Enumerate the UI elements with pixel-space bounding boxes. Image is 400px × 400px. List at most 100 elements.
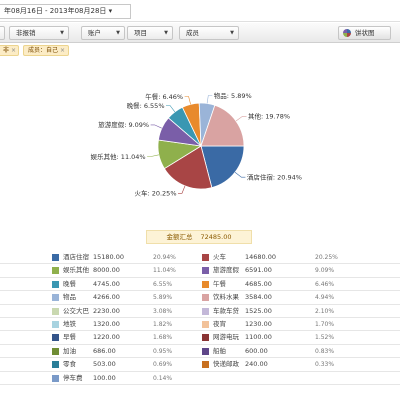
close-icon[interactable]: × <box>11 47 16 54</box>
legend-category-name: 物品 <box>63 293 76 302</box>
legend-category-name: 娱乐其他 <box>63 266 89 275</box>
legend-percent: 6.46% <box>315 280 335 288</box>
amount-summary: 金额汇总 72485.00 <box>146 230 252 244</box>
legend-category-name: 酒店住宿 <box>63 253 89 261</box>
pie-slice-label: 火车: 20.25% <box>134 189 176 198</box>
legend-amount: 14680.00 <box>245 253 277 261</box>
legend-percent: 0.69% <box>153 361 173 369</box>
pie-label-connector <box>234 172 246 178</box>
legend-category-name: 火车 <box>213 253 226 261</box>
legend-swatch <box>52 294 59 302</box>
legend-row: 晚餐 4745.00 6.55% 午餐 4685.00 6.46% <box>0 278 400 292</box>
legend-category-name: 停车费 <box>63 373 83 382</box>
chevron-down-icon: ▼ <box>116 30 120 36</box>
legend-percent: 0.83% <box>315 347 335 355</box>
legend-swatch <box>202 334 209 342</box>
legend-row: 物品 4266.00 5.89% 饮料水果 3584.00 4.94% <box>0 291 400 305</box>
date-range-picker[interactable]: 年08月16日 - 2013年08月28日 ▾ <box>0 4 131 19</box>
filter-label: 非报销 <box>16 29 36 37</box>
pie-chart-view-button[interactable]: 饼状图 <box>338 26 391 40</box>
legend-amount: 1220.00 <box>93 333 120 342</box>
legend-category-name: 饮料水果 <box>213 293 239 302</box>
date-range-bar: 年08月16日 - 2013年08月28日 ▾ <box>0 0 400 22</box>
pie-slice-label: 物品: 5.89% <box>214 91 252 100</box>
legend-amount: 2230.00 <box>93 306 120 315</box>
legend-category-name: 公交大巴 <box>63 306 89 315</box>
legend-swatch <box>52 307 59 315</box>
legend-category-name: 加油 <box>63 346 76 355</box>
legend-percent: 11.04% <box>153 267 176 275</box>
legend-category-name: 零食 <box>63 360 76 369</box>
active-filter-tags: 非 × 成员：自己 × <box>0 44 400 58</box>
filter-member[interactable]: 成员 ▼ <box>179 26 239 40</box>
legend-amount: 600.00 <box>245 346 268 355</box>
legend-category-name: 夜宵 <box>213 319 226 328</box>
legend-category-name: 快递邮政 <box>213 360 239 369</box>
pie-slice-label: 旅游度假: 9.09% <box>98 120 149 129</box>
legend-amount: 1525.00 <box>245 306 272 315</box>
filter-account[interactable]: 账户 ▼ <box>81 26 125 40</box>
legend-row: 停车费 100.00 0.14% <box>0 372 400 385</box>
legend-percent: 9.09% <box>315 267 335 275</box>
filter-tag[interactable]: 非 × <box>0 45 19 56</box>
legend-percent: 0.33% <box>315 361 335 369</box>
chevron-down-icon: ▼ <box>60 30 64 36</box>
legend-percent: 3.08% <box>153 307 173 315</box>
pie-label-connector <box>150 124 162 129</box>
legend-amount: 1100.00 <box>245 333 272 342</box>
filter-dropdown-partial[interactable]: ▼ <box>0 26 5 40</box>
legend-percent: 4.94% <box>315 294 335 302</box>
filter-tag-member[interactable]: 成员：自己 × <box>23 45 69 56</box>
legend-percent: 1.82% <box>153 320 173 328</box>
pie-label-connector <box>206 95 213 104</box>
legend-row: 早餐 1220.00 1.68% 网游电玩 1100.00 1.52% <box>0 331 400 345</box>
pie-chart-svg: 酒店住宿: 20.94% 火车: 20.25% 娱乐其他: 11.04% 旅游度假: … <box>91 91 302 198</box>
legend-swatch <box>52 320 59 328</box>
pie-label-connector <box>147 154 159 157</box>
filter-project[interactable]: 项目 ▼ <box>127 26 173 40</box>
legend-amount: 1230.00 <box>245 319 272 328</box>
legend-category-name: 船舶 <box>213 346 226 355</box>
pie-chart: 酒店住宿: 20.94% 火车: 20.25% 娱乐其他: 11.04% 旅游度假: … <box>0 60 400 230</box>
pie-slice-label: 午餐: 6.46% <box>145 92 183 101</box>
filter-tag-label: 非 <box>3 47 10 54</box>
filter-non-reimbursable[interactable]: 非报销 ▼ <box>9 26 69 40</box>
legend-swatch <box>202 294 209 302</box>
pie-slice-label: 酒店住宿: 20.94% <box>247 173 302 182</box>
legend-swatch <box>202 267 209 275</box>
legend-percent: 20.25% <box>315 254 338 261</box>
category-legend-table: 酒店住宿 15180.00 20.94% 火车 14680.00 20.25% 娱乐其他 80… <box>0 251 400 385</box>
pie-chart-icon <box>343 29 351 37</box>
legend-amount: 6591.00 <box>245 266 272 275</box>
pie-label-connector <box>235 115 247 122</box>
legend-swatch <box>52 280 59 288</box>
filter-toolbar: ▼ 非报销 ▼ 账户 ▼ 项目 ▼ 成员 ▼ 饼状图 <box>0 23 400 43</box>
legend-swatch <box>52 267 59 275</box>
filter-label: 项目 <box>134 29 147 37</box>
chevron-down-icon: ▼ <box>230 30 234 36</box>
legend-row: 加油 686.00 0.95% 船舶 600.00 0.83% <box>0 345 400 359</box>
legend-swatch <box>202 320 209 328</box>
chevron-down-icon: ▼ <box>164 30 168 36</box>
legend-category-name: 地铁 <box>63 319 76 328</box>
pie-slice-label: 其他: 19.78% <box>248 112 290 121</box>
filter-label: 账户 <box>88 29 101 37</box>
legend-swatch <box>52 334 59 342</box>
legend-percent: 1.70% <box>315 320 335 328</box>
legend-swatch <box>52 374 59 382</box>
summary-value: 72485.00 <box>200 233 232 241</box>
legend-swatch <box>202 280 209 288</box>
close-icon[interactable]: × <box>60 47 65 54</box>
legend-amount: 686.00 <box>93 346 116 355</box>
filter-label: 成员 <box>186 29 199 37</box>
legend-amount: 100.00 <box>93 373 116 382</box>
legend-row: 娱乐其他 8000.00 11.04% 旅游度假 6591.00 9.09% <box>0 264 400 278</box>
pie-label-connector <box>184 96 191 105</box>
legend-swatch <box>52 347 59 355</box>
legend-category-name: 午餐 <box>213 279 226 288</box>
legend-category-name: 旅游度假 <box>213 266 239 275</box>
legend-percent: 1.68% <box>153 334 173 342</box>
legend-swatch <box>52 254 59 261</box>
chevron-down-icon: ▾ <box>108 7 113 15</box>
legend-percent: 5.89% <box>153 294 173 302</box>
